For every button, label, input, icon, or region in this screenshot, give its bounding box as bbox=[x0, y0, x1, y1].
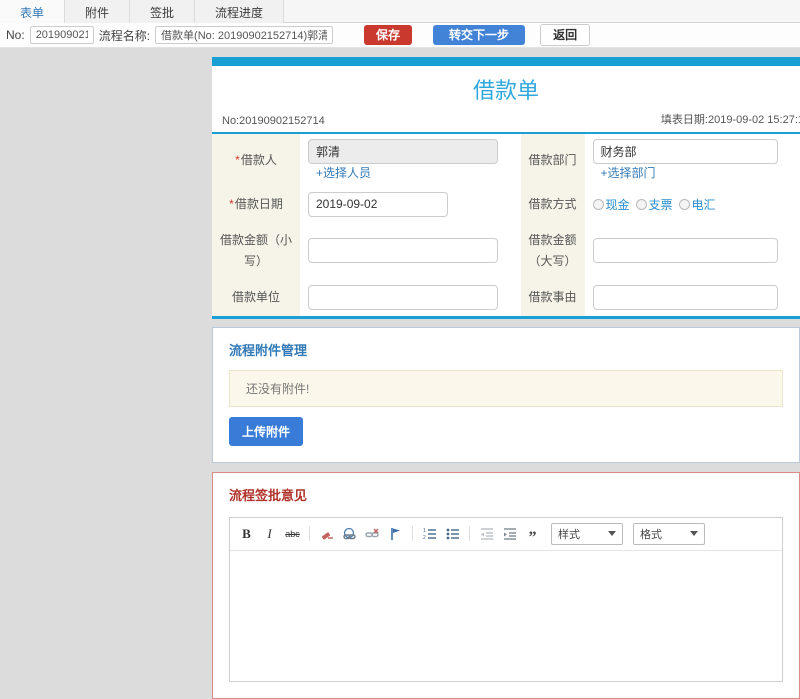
date-field-cell bbox=[300, 186, 521, 222]
svg-text:1: 1 bbox=[423, 528, 426, 534]
required-mark: * bbox=[235, 153, 240, 167]
outdent-icon[interactable] bbox=[478, 526, 495, 542]
radio-icon bbox=[636, 199, 647, 210]
rich-text-editor: B I abc bbox=[229, 517, 783, 682]
borrower-field-cell: +选择人员 bbox=[300, 134, 521, 186]
method-label-cell: 借款方式 bbox=[521, 186, 585, 222]
toolbar-separator bbox=[469, 526, 470, 541]
toolbar-separator bbox=[309, 526, 310, 541]
table-row: 借款金额（小写） 借款金额（大写） bbox=[212, 222, 800, 279]
amount-upper-input[interactable] bbox=[593, 238, 778, 263]
dept-input[interactable] bbox=[593, 139, 778, 164]
approval-section-title: 流程签批意见 bbox=[229, 485, 783, 504]
back-button[interactable]: 返回 bbox=[540, 24, 590, 46]
reason-label-cell: 借款事由 bbox=[521, 279, 585, 317]
editor-content-area[interactable] bbox=[230, 551, 782, 681]
radio-wire[interactable]: 电汇 bbox=[679, 196, 716, 213]
amount-lower-input[interactable] bbox=[308, 238, 498, 263]
indent-icon[interactable] bbox=[501, 526, 518, 542]
radio-icon bbox=[679, 199, 690, 210]
reason-field-cell bbox=[585, 279, 800, 317]
top-tab-bar: 表单 附件 签批 流程进度 bbox=[0, 0, 800, 23]
borrower-label-cell: *借款人 bbox=[212, 134, 300, 186]
dept-field-cell: +选择部门 bbox=[585, 134, 800, 186]
unit-field-cell bbox=[300, 279, 521, 317]
tab-sign[interactable]: 签批 bbox=[130, 0, 195, 23]
workspace: 借款单 No:20190902152714 填表日期:2019-09-02 15… bbox=[0, 49, 800, 453]
dept-label-cell: 借款部门 bbox=[521, 134, 585, 186]
select-person-link[interactable]: +选择人员 bbox=[316, 166, 371, 180]
format-dropdown[interactable]: 格式 bbox=[633, 523, 705, 545]
chevron-down-icon bbox=[690, 531, 698, 536]
amount-lower-field-cell bbox=[300, 222, 521, 279]
loan-unit-input[interactable] bbox=[308, 285, 498, 310]
form-meta-row: No:20190902152714 填表日期:2019-09-02 15:27:… bbox=[212, 108, 800, 134]
tab-form[interactable]: 表单 bbox=[0, 0, 65, 23]
italic-icon[interactable]: I bbox=[261, 526, 278, 542]
form-top-bar bbox=[212, 57, 800, 66]
required-mark: * bbox=[229, 197, 234, 211]
tab-progress[interactable]: 流程进度 bbox=[195, 0, 284, 23]
unlink-icon[interactable] bbox=[364, 526, 381, 542]
form-title: 借款单 bbox=[212, 66, 800, 108]
loan-form-table: *借款人 +选择人员 借款部门 +选择部门 *借款日期 bbox=[212, 134, 800, 319]
form-date-text: 填表日期:2019-09-02 15:27:1 bbox=[661, 111, 800, 127]
bulleted-list-icon[interactable] bbox=[444, 526, 461, 542]
svg-text:2: 2 bbox=[423, 535, 426, 541]
loan-form-section: 借款单 No:20190902152714 填表日期:2019-09-02 15… bbox=[212, 57, 800, 319]
numbered-list-icon[interactable]: 12 bbox=[421, 526, 438, 542]
table-row: *借款日期 借款方式 现金 bbox=[212, 186, 800, 222]
radio-icon bbox=[593, 199, 604, 210]
styles-dropdown[interactable]: 样式 bbox=[551, 523, 623, 545]
upload-attachment-button[interactable]: 上传附件 bbox=[229, 417, 303, 446]
loan-reason-input[interactable] bbox=[593, 285, 778, 310]
radio-check[interactable]: 支票 bbox=[636, 196, 673, 213]
editor-toolbar: B I abc bbox=[230, 518, 782, 551]
command-bar: No: 流程名称: 保存 转交下一步 返回 bbox=[0, 23, 800, 48]
process-name-input[interactable] bbox=[155, 26, 333, 44]
date-label-cell: *借款日期 bbox=[212, 186, 300, 222]
approval-section: 流程签批意见 B I abc bbox=[212, 472, 800, 699]
main-panel: 借款单 No:20190902152714 填表日期:2019-09-02 15… bbox=[212, 57, 800, 653]
no-label: No: bbox=[6, 28, 25, 42]
attachment-section: 流程附件管理 还没有附件! 上传附件 bbox=[212, 327, 800, 463]
forward-next-step-button[interactable]: 转交下一步 bbox=[433, 25, 525, 45]
no-input[interactable] bbox=[30, 26, 94, 44]
amount-lower-label-cell: 借款金额（小写） bbox=[212, 222, 300, 279]
save-button[interactable]: 保存 bbox=[364, 25, 412, 45]
loan-date-input[interactable] bbox=[308, 192, 448, 217]
bold-icon[interactable]: B bbox=[238, 526, 255, 542]
tab-attachment[interactable]: 附件 bbox=[65, 0, 130, 23]
amount-upper-field-cell bbox=[585, 222, 800, 279]
borrower-input[interactable] bbox=[308, 139, 498, 164]
anchor-flag-icon[interactable] bbox=[387, 526, 404, 542]
form-no-text: No:20190902152714 bbox=[222, 115, 325, 127]
toolbar-separator bbox=[412, 526, 413, 541]
link-icon[interactable] bbox=[341, 526, 358, 542]
process-name-label: 流程名称: bbox=[99, 27, 150, 44]
attachment-section-title: 流程附件管理 bbox=[229, 340, 783, 359]
table-row: 借款单位 借款事由 bbox=[212, 279, 800, 317]
remove-format-icon[interactable] bbox=[318, 526, 335, 542]
radio-cash[interactable]: 现金 bbox=[593, 196, 630, 213]
no-attachment-alert: 还没有附件! bbox=[229, 370, 783, 407]
amount-upper-label-cell: 借款金额（大写） bbox=[521, 222, 585, 279]
select-dept-link[interactable]: +选择部门 bbox=[601, 166, 656, 180]
strikethrough-icon[interactable]: abc bbox=[284, 526, 301, 542]
blockquote-icon[interactable]: ” bbox=[524, 526, 541, 542]
chevron-down-icon bbox=[608, 531, 616, 536]
method-field-cell: 现金 支票 电汇 bbox=[585, 186, 800, 222]
unit-label-cell: 借款单位 bbox=[212, 279, 300, 317]
table-row: *借款人 +选择人员 借款部门 +选择部门 bbox=[212, 134, 800, 186]
